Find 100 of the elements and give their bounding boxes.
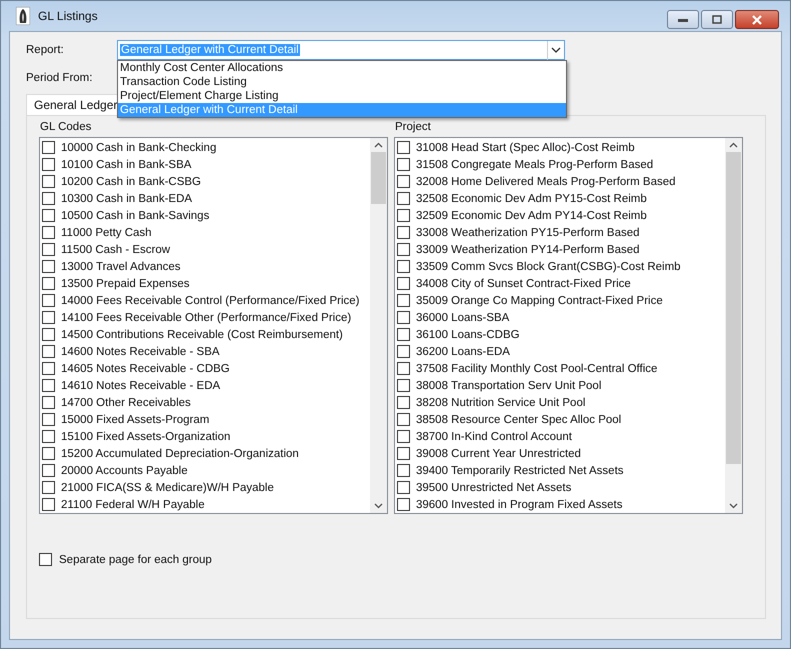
checkbox[interactable]: [42, 226, 55, 239]
list-item-label[interactable]: 33509 Comm Svcs Block Grant(CSBG)-Cost Reimb: [416, 260, 681, 272]
list-item-label[interactable]: 36000 Loans-SBA: [416, 312, 510, 324]
scrollbar[interactable]: [725, 138, 742, 513]
list-item-label[interactable]: 21100 Federal W/H Payable: [61, 498, 205, 510]
list-item-label[interactable]: 15200 Accumulated Depreciation-Organization: [61, 448, 299, 460]
checkbox[interactable]: [397, 430, 410, 443]
checkbox[interactable]: [42, 311, 55, 324]
list-item-label[interactable]: 15000 Fixed Assets-Program: [61, 414, 210, 426]
checkbox[interactable]: [42, 260, 55, 273]
checkbox[interactable]: [42, 430, 55, 443]
checkbox[interactable]: [397, 396, 410, 409]
list-item-label[interactable]: 21000 FICA(SS & Medicare)W/H Payable: [61, 482, 274, 494]
list-item-label[interactable]: 13500 Prepaid Expenses: [61, 278, 190, 290]
list-item-label[interactable]: 15100 Fixed Assets-Organization: [61, 430, 230, 442]
checkbox[interactable]: [397, 243, 410, 256]
checkbox[interactable]: [397, 158, 410, 171]
checkbox[interactable]: [42, 328, 55, 341]
checkbox[interactable]: [397, 294, 410, 307]
checkbox[interactable]: [42, 362, 55, 375]
checkbox[interactable]: [42, 447, 55, 460]
list-item-label[interactable]: 39500 Unrestricted Net Assets: [416, 482, 572, 494]
checkbox[interactable]: [42, 277, 55, 290]
list-item-label[interactable]: 20000 Accounts Payable: [61, 464, 188, 476]
checkbox[interactable]: [42, 175, 55, 188]
checkbox[interactable]: [397, 447, 410, 460]
scrollbar-thumb[interactable]: [726, 152, 741, 464]
checkbox[interactable]: [42, 413, 55, 426]
checkbox[interactable]: [397, 464, 410, 477]
list-item-label[interactable]: 14610 Notes Receivable - EDA: [61, 380, 220, 392]
list-item-label[interactable]: 39600 Invested in Program Fixed Assets: [416, 498, 622, 510]
checkbox[interactable]: [42, 498, 55, 511]
checkbox[interactable]: [397, 328, 410, 341]
list-item-label[interactable]: 38508 Resource Center Spec Alloc Pool: [416, 414, 622, 426]
checkbox[interactable]: [397, 209, 410, 222]
checkbox[interactable]: [397, 175, 410, 188]
list-item-label[interactable]: 31508 Congregate Meals Prog-Perform Based: [416, 158, 654, 170]
minimize-button[interactable]: [667, 10, 699, 29]
checkbox[interactable]: [42, 379, 55, 392]
checkbox[interactable]: [397, 362, 410, 375]
checkbox[interactable]: [42, 396, 55, 409]
checkbox[interactable]: [42, 192, 55, 205]
checkbox[interactable]: [42, 243, 55, 256]
checkbox[interactable]: [397, 413, 410, 426]
checkbox[interactable]: [42, 209, 55, 222]
list-item-label[interactable]: 10100 Cash in Bank-SBA: [61, 158, 192, 170]
list-item-label[interactable]: 38008 Transportation Serv Unit Pool: [416, 380, 602, 392]
scrollbar[interactable]: [370, 138, 387, 513]
checkbox[interactable]: [397, 379, 410, 392]
list-item-label[interactable]: 32508 Economic Dev Adm PY15-Cost Reimb: [416, 192, 647, 204]
scrollbar-thumb[interactable]: [371, 152, 386, 204]
list-item-label[interactable]: 31008 Head Start (Spec Alloc)-Cost Reimb: [416, 142, 635, 154]
list-item-label[interactable]: 33008 Weatherization PY15-Perform Based: [416, 226, 640, 238]
list-item-label[interactable]: 33009 Weatherization PY14-Perform Based: [416, 244, 640, 256]
checkbox[interactable]: [397, 226, 410, 239]
checkbox[interactable]: [397, 311, 410, 324]
checkbox[interactable]: [42, 345, 55, 358]
close-button[interactable]: [735, 10, 779, 29]
maximize-button[interactable]: [701, 10, 733, 29]
tab[interactable]: General Ledger: [26, 94, 120, 115]
checkbox[interactable]: [397, 345, 410, 358]
list-item-label[interactable]: 14000 Fees Receivable Control (Performance/Fixed Price): [61, 294, 360, 306]
list-item-label[interactable]: 37508 Facility Monthly Cost Pool-Central Office: [416, 362, 658, 374]
list-item-label[interactable]: 35009 Orange Co Mapping Contract-Fixed Price: [416, 294, 663, 306]
checkbox[interactable]: [397, 498, 410, 511]
list-item-label[interactable]: 38700 In-Kind Control Account: [416, 430, 572, 442]
checkbox[interactable]: [397, 481, 410, 494]
list-item-label[interactable]: 39400 Temporarily Restricted Net Assets: [416, 464, 624, 476]
dropdown-option[interactable]: Project/Element Charge Listing: [118, 89, 566, 103]
list-item-label[interactable]: 13000 Travel Advances: [61, 260, 181, 272]
checkbox[interactable]: [397, 277, 410, 290]
list-item-label[interactable]: 11500 Cash - Escrow: [61, 244, 170, 256]
checkbox[interactable]: [397, 192, 410, 205]
checkbox[interactable]: [397, 141, 410, 154]
list-item-label[interactable]: 39008 Current Year Unrestricted: [416, 448, 581, 460]
list-item-label[interactable]: 38208 Nutrition Service Unit Pool: [416, 396, 586, 408]
list-item-label[interactable]: 14600 Notes Receivable - SBA: [61, 346, 220, 358]
checkbox[interactable]: [42, 158, 55, 171]
list-item-label[interactable]: 14700 Other Receivables: [61, 396, 191, 408]
dropdown-option[interactable]: Monthly Cost Center Allocations: [118, 61, 566, 75]
list-item-label[interactable]: 10500 Cash in Bank-Savings: [61, 210, 210, 222]
list-item-label[interactable]: 14100 Fees Receivable Other (Performance/Fixed Price): [61, 312, 352, 324]
checkbox[interactable]: [42, 141, 55, 154]
list-item-label[interactable]: 10200 Cash in Bank-CSBG: [61, 176, 201, 188]
list-item-label[interactable]: 34008 City of Sunset Contract-Fixed Price: [416, 278, 631, 290]
separate-page-label[interactable]: Separate page for each group: [59, 554, 212, 566]
checkbox[interactable]: [42, 294, 55, 307]
list-item-label[interactable]: 10300 Cash in Bank-EDA: [61, 192, 192, 204]
checkbox[interactable]: [42, 464, 55, 477]
list-item-label[interactable]: 11000 Petty Cash: [61, 226, 152, 238]
list-item-label[interactable]: 36200 Loans-EDA: [416, 346, 510, 358]
list-item-label[interactable]: 10000 Cash in Bank-Checking: [61, 142, 216, 154]
dropdown-option[interactable]: Transaction Code Listing: [118, 75, 566, 89]
checkbox[interactable]: [397, 260, 410, 273]
list-item-label[interactable]: 32509 Economic Dev Adm PY14-Cost Reimb: [416, 210, 647, 222]
list-item-label[interactable]: 14500 Contributions Receivable (Cost Reimbursement): [61, 328, 343, 340]
checkbox[interactable]: [42, 481, 55, 494]
list-item-label[interactable]: 32008 Home Delivered Meals Prog-Perform Based: [416, 176, 676, 188]
checkbox[interactable]: [39, 553, 52, 566]
list-item-label[interactable]: 14605 Notes Receivable - CDBG: [61, 362, 230, 374]
